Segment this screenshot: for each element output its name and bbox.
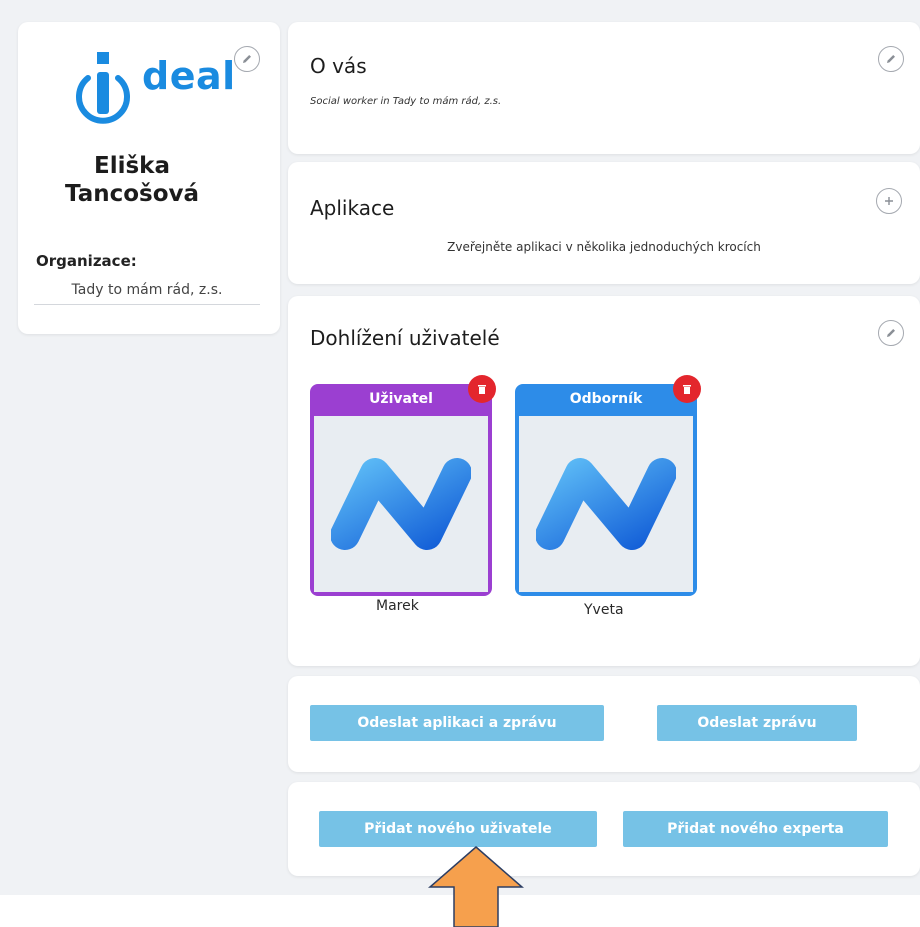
applications-title: Aplikace: [310, 196, 395, 220]
ideal-logo: deal: [68, 52, 238, 128]
organization-label: Organizace:: [36, 252, 137, 270]
send-application-and-message-button[interactable]: Odeslat aplikaci a zprávu: [310, 705, 604, 741]
add-application-button[interactable]: [876, 188, 902, 214]
user-role-label: Odborník: [569, 391, 643, 407]
pencil-icon: [243, 55, 251, 63]
add-new-expert-button[interactable]: Přidat nového experta: [623, 811, 888, 847]
applications-card: Aplikace Zveřejněte aplikaci v několika …: [288, 162, 920, 284]
trash-icon: [683, 385, 691, 394]
first-name: Eliška: [94, 153, 170, 179]
trash-icon: [478, 385, 486, 394]
up-arrow-icon: [427, 846, 525, 927]
about-card: O vás Social worker in Tady to mám rád, …: [288, 22, 920, 154]
user-avatar: [519, 416, 693, 592]
organization-value: Tady to mám rád, z.s.: [34, 282, 260, 305]
applications-text: Zveřejněte aplikaci v několika jednoduch…: [447, 240, 761, 254]
user-name: Yveta: [584, 602, 624, 618]
add-new-user-button[interactable]: Přidat nového uživatele: [319, 811, 597, 847]
delete-expert-button[interactable]: [673, 375, 701, 403]
pencil-icon: [887, 55, 895, 63]
pencil-icon: [887, 329, 895, 337]
supervised-users-title: Dohlížení uživatelé: [310, 326, 500, 350]
plus-icon: [885, 197, 893, 205]
about-text: Social worker in Tady to mám rád, z.s.: [310, 96, 502, 107]
user-card-odbornik[interactable]: Odborník: [515, 384, 697, 596]
edit-supervised-button[interactable]: [878, 320, 904, 346]
user-avatar: [314, 416, 488, 592]
send-message-button[interactable]: Odeslat zprávu: [657, 705, 857, 741]
avatar-logo-icon: [331, 458, 471, 550]
last-name: Tancošová: [64, 181, 200, 207]
edit-about-button[interactable]: [878, 46, 904, 72]
about-title: O vás: [310, 54, 367, 78]
profile-name: Eliška Tancošová: [0, 152, 264, 208]
logo-mark-icon: [76, 52, 130, 124]
delete-user-button[interactable]: [468, 375, 496, 403]
avatar-logo-icon: [536, 458, 676, 550]
user-card-uzivatel[interactable]: Uživatel: [310, 384, 492, 596]
user-name: Marek: [376, 598, 419, 614]
logo-text: deal: [142, 54, 236, 98]
user-role-label: Uživatel: [369, 391, 433, 407]
